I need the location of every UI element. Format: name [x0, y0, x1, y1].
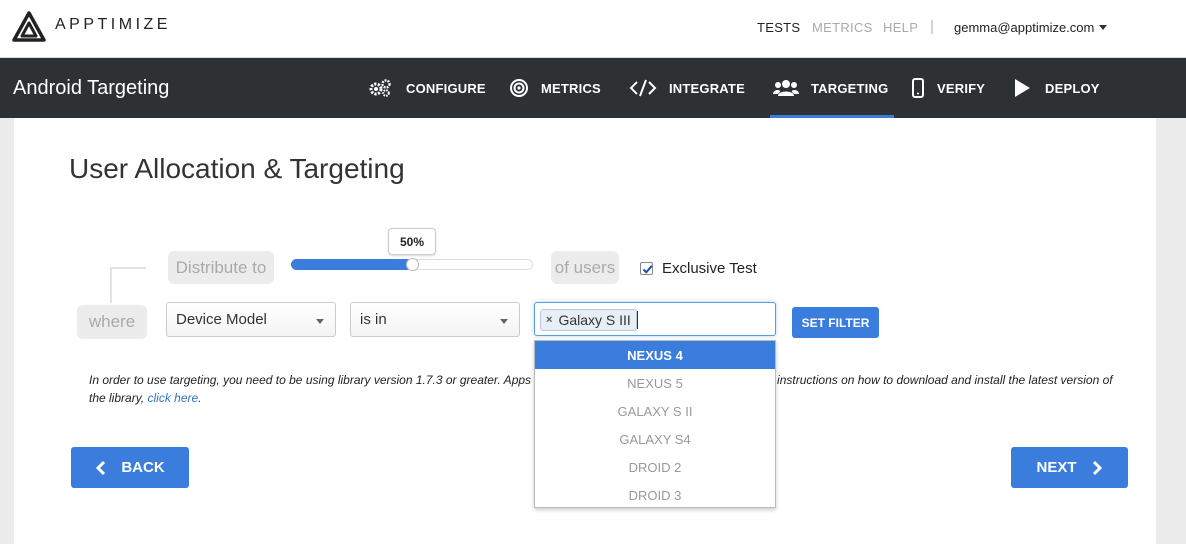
exclusive-test-checkbox[interactable]: [640, 262, 653, 275]
top-nav-help[interactable]: HELP: [883, 20, 918, 35]
tab-verify[interactable]: VERIFY: [911, 58, 985, 118]
top-bar: APPTIMIZE TESTS METRICS HELP | gemma@app…: [0, 0, 1186, 58]
target-icon: [510, 79, 528, 97]
operator-select[interactable]: is in: [350, 302, 520, 337]
apptimize-logo-icon[interactable]: [12, 11, 46, 43]
dropdown-option[interactable]: GALAXY S4: [535, 425, 775, 453]
page-title: User Allocation & Targeting: [69, 153, 405, 184]
note-text: .: [198, 391, 202, 405]
app-title: Android Targeting: [13, 77, 170, 99]
text-cursor: [637, 311, 638, 329]
top-nav-separator: |: [930, 18, 935, 35]
code-icon: [629, 79, 657, 97]
distribute-label: Distribute to: [168, 251, 274, 284]
back-label: BACK: [121, 459, 165, 476]
exclusive-test-label[interactable]: Exclusive Test: [662, 260, 757, 277]
note-text: instructions on how to download and inst…: [777, 373, 1100, 387]
tab-label: DEPLOY: [1045, 80, 1100, 96]
chevron-down-icon: [316, 319, 324, 324]
play-icon: [1015, 79, 1030, 97]
next-button[interactable]: NEXT: [1011, 447, 1128, 488]
tab-label: CONFIGURE: [406, 80, 486, 96]
dropdown-option[interactable]: DROID 2: [535, 453, 775, 481]
next-label: NEXT: [1036, 459, 1077, 476]
user-menu[interactable]: gemma@apptimize.com: [954, 20, 1108, 35]
top-nav-metrics[interactable]: METRICS: [812, 20, 873, 35]
top-nav-tests[interactable]: TESTS: [757, 20, 800, 35]
allocation-slider-fill: [291, 259, 412, 270]
dropdown-option[interactable]: GALAXY S II: [535, 397, 775, 425]
note-text: In order to use targeting, you need to b…: [89, 373, 532, 387]
gears-icon: [369, 79, 391, 97]
allocation-slider-handle[interactable]: [406, 258, 419, 271]
chevron-left-icon: [96, 460, 106, 475]
chevron-down-icon: [500, 319, 508, 324]
tab-label: VERIFY: [937, 80, 986, 96]
phone-icon: [912, 78, 924, 98]
tab-configure[interactable]: CONFIGURE: [368, 58, 486, 118]
dropdown-option[interactable]: NEXUS 4: [535, 341, 775, 369]
step-navbar: Android Targeting CONFIGURE METRICS INTE…: [0, 58, 1186, 118]
tab-label: INTEGRATE: [669, 80, 745, 96]
device-tag-input[interactable]: × Galaxy S III: [534, 302, 776, 336]
tag-label: Galaxy S III: [558, 312, 631, 328]
tab-deploy[interactable]: DEPLOY: [1013, 58, 1100, 118]
attribute-select-value: Device Model: [176, 311, 267, 328]
slider-value-tooltip: 50%: [388, 228, 436, 255]
remove-tag-icon[interactable]: ×: [546, 314, 552, 326]
tab-targeting[interactable]: TARGETING: [770, 58, 895, 118]
back-button[interactable]: BACK: [71, 447, 189, 488]
checkmark-icon: [642, 265, 653, 274]
of-users-label: of users: [551, 251, 619, 284]
tab-integrate[interactable]: INTEGRATE: [629, 58, 745, 118]
set-filter-button[interactable]: SET FILTER: [792, 307, 879, 338]
dropdown-option[interactable]: DROID 3: [535, 481, 775, 509]
brand-name[interactable]: APPTIMIZE: [55, 16, 171, 34]
caret-down-icon: [1099, 25, 1108, 30]
click-here-link[interactable]: click here: [147, 391, 198, 405]
where-connector-line: [110, 267, 146, 303]
attribute-select[interactable]: Device Model: [166, 302, 336, 337]
device-dropdown: NEXUS 4 NEXUS 5 GALAXY S II GALAXY S4 DR…: [534, 340, 776, 508]
dropdown-option[interactable]: NEXUS 5: [535, 369, 775, 397]
operator-select-value: is in: [360, 311, 387, 328]
user-email: gemma@apptimize.com: [954, 20, 1095, 35]
tab-metrics[interactable]: METRICS: [509, 58, 601, 118]
tab-label: METRICS: [541, 80, 601, 96]
selected-tag: × Galaxy S III: [540, 309, 637, 331]
where-label: where: [77, 305, 147, 339]
chevron-right-icon: [1092, 460, 1102, 475]
users-icon: [773, 80, 799, 96]
tab-label: TARGETING: [811, 80, 889, 96]
